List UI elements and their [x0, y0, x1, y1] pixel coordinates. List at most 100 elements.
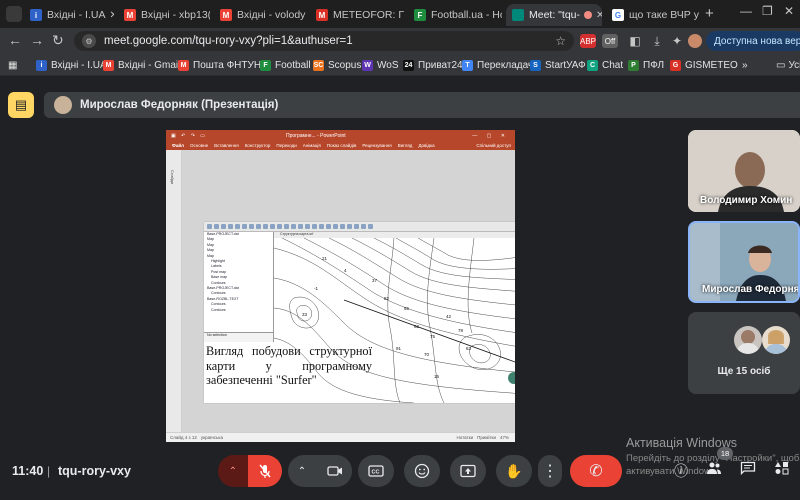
minimize-icon[interactable]: —	[740, 4, 752, 18]
slide-canvas: Base-PROJECT.dat Map Map Map Map Highlig…	[182, 150, 515, 432]
video-options-chevron-icon[interactable]: ⌃	[288, 455, 316, 487]
present-now-button[interactable]	[450, 455, 486, 487]
bookmark-item[interactable]: F Football	[260, 58, 311, 72]
tree-item: Contours	[211, 307, 226, 312]
browser-tab[interactable]: i Вхідні - I.UA ✕	[24, 4, 114, 26]
avatar	[734, 326, 762, 354]
browser-tab-active[interactable]: Meet: "tqu- ✕	[506, 4, 602, 26]
reactions-button[interactable]	[404, 455, 440, 487]
bookmark-item[interactable]: T Перекладач	[462, 58, 533, 72]
extension-icon[interactable]: ◧	[628, 34, 642, 48]
tab-title: Football.ua - Но	[431, 9, 502, 21]
adblock-extension-icon[interactable]: ABP	[580, 34, 596, 48]
close-icon[interactable]: ✕	[105, 10, 114, 21]
bookmark-item[interactable]: G GISMETEO	[670, 58, 738, 72]
meeting-info-icon[interactable]: ⓘ	[674, 461, 688, 481]
participant-tile[interactable]: Володимир Хомин	[688, 130, 800, 212]
more-vert-icon: ⋮	[542, 463, 558, 480]
bookmark-item[interactable]: C Chat	[587, 58, 623, 72]
contour-label: 75	[430, 334, 436, 339]
audio-options-chevron-icon[interactable]: ⌃	[218, 455, 248, 487]
close-icon[interactable]: ✕	[592, 10, 602, 21]
tab-title: що таке ВЧР у	[629, 9, 699, 21]
apps-grid-icon[interactable]: ▦	[8, 58, 17, 72]
google-favicon-icon: G	[612, 9, 624, 21]
bookmark-item[interactable]: 24 Приват24	[403, 58, 463, 72]
new-tab-button[interactable]: +	[705, 5, 714, 22]
slide: Base-PROJECT.dat Map Map Map Map Highlig…	[204, 222, 515, 403]
back-arrow-icon[interactable]: ←	[8, 32, 22, 48]
browser-tab[interactable]: F Football.ua - Но ✕	[408, 4, 502, 26]
document-title: Програмне... - PowerPoint	[286, 132, 346, 139]
notes-button: Нотатки	[456, 435, 474, 440]
other-bookmarks-folder[interactable]: ▭Усі	[776, 58, 800, 72]
browser-tab[interactable]: G що таке ВЧР у ✕	[606, 4, 702, 26]
profile-avatar[interactable]	[688, 34, 702, 48]
bookmark-item[interactable]: P ПФЛ	[628, 58, 664, 72]
forward-arrow-icon[interactable]: →	[30, 32, 44, 48]
close-icon[interactable]: ✕	[699, 10, 702, 21]
browser-tab[interactable]: M METEOFOR: Пог ✕	[310, 4, 404, 26]
ribbon-tabs: Файл Основне Вставлення Конструктор Пере…	[166, 141, 515, 150]
chrome-update-button[interactable]: Доступна нова версія Chrome	[706, 31, 800, 51]
bookmark-label: GISMETEO	[685, 59, 738, 71]
ribbon-tab: Рецензування	[362, 143, 392, 148]
participant-tile-active-speaker[interactable]: Мирослав Федорняк	[688, 221, 800, 303]
bookmark-item[interactable]: SC Scopus	[313, 58, 361, 72]
browser-tab[interactable]: M Вхідні - volodyr ✕	[214, 4, 306, 26]
bookmark-label: Scopus	[328, 59, 362, 71]
more-options-button[interactable]: ⋮	[538, 455, 562, 487]
address-bar[interactable]: ⚙ meet.google.com/tqu-rory-vxy?pli=1&aut…	[74, 31, 574, 51]
shapes-icon	[775, 462, 789, 475]
ribbon-tab: Анімація	[302, 143, 321, 148]
bookmark-item[interactable]: M Пошта ФНТУНГ	[178, 58, 267, 72]
bookmarks-overflow-button[interactable]: »	[742, 58, 748, 72]
bookmark-star-icon[interactable]: ☆	[555, 34, 566, 48]
gmail-favicon-icon: M	[220, 9, 232, 21]
people-icon[interactable]	[706, 461, 722, 478]
bookmark-item[interactable]: M Вхідні - Gmail	[103, 58, 180, 72]
zoom-level: 47%	[499, 435, 509, 440]
thumbnails-label: Слайди	[170, 170, 175, 185]
microphone-off-button[interactable]	[248, 455, 282, 487]
ribbon-tab: Конструктор	[244, 143, 271, 148]
leave-call-button[interactable]: ✆	[570, 455, 622, 487]
site-info-icon[interactable]: ⚙	[82, 34, 96, 48]
ribbon-tab: Основне	[189, 143, 209, 148]
tab-title: Вхідні - volodyr	[237, 9, 306, 21]
bookmarks-bar: ▦ i Вхідні - I.UA M Вхідні - Gmail M Пошта …	[0, 54, 800, 76]
contour-label: 62	[414, 324, 420, 329]
participant-count-badge: 18	[717, 447, 733, 460]
meet-favicon-icon	[512, 9, 524, 21]
bookmark-label: Football	[275, 59, 311, 71]
chat-icon[interactable]	[740, 461, 756, 478]
raise-hand-button[interactable]: ✋	[496, 455, 532, 487]
bookmark-item[interactable]: i Вхідні - I.UA	[36, 58, 107, 72]
presentation-icon[interactable]: ▤	[8, 92, 34, 118]
bookmark-label: Chat	[602, 59, 624, 71]
separator: |	[47, 464, 51, 478]
closed-captions-icon: CC	[368, 465, 384, 477]
meeting-code: tqu-rory-vxy	[58, 464, 131, 478]
reload-icon[interactable]: ↻	[52, 32, 64, 49]
other-participants-tile[interactable]: Ще 15 осіб	[688, 312, 800, 394]
activities-icon[interactable]	[774, 461, 790, 478]
maximize-icon[interactable]: ❐	[762, 4, 773, 18]
language-indicator: українська	[200, 435, 223, 440]
camera-button[interactable]	[318, 455, 352, 487]
gmail-favicon-icon: M	[124, 9, 136, 21]
tab-search-button[interactable]	[6, 6, 22, 22]
close-window-icon[interactable]: ✕	[784, 4, 794, 18]
download-icon[interactable]: ⤓	[650, 34, 664, 48]
bookmark-item[interactable]: S StartУАФ	[530, 58, 586, 72]
extension-off-icon[interactable]: Off	[602, 34, 618, 48]
bookmark-item[interactable]: W WoS	[362, 58, 399, 72]
bookmark-label: StartУАФ	[545, 59, 586, 71]
participant-name: Мирослав Федорняк	[702, 284, 800, 295]
recording-dot-icon	[584, 11, 592, 19]
browser-tab[interactable]: M Вхідні - xbp13( ✕	[118, 4, 210, 26]
contour-label: 82	[384, 296, 390, 301]
tab-title: Вхідні - xbp13(	[141, 9, 210, 21]
captions-button[interactable]: CC	[358, 455, 394, 487]
puzzle-extensions-icon[interactable]: ✦	[670, 34, 684, 48]
